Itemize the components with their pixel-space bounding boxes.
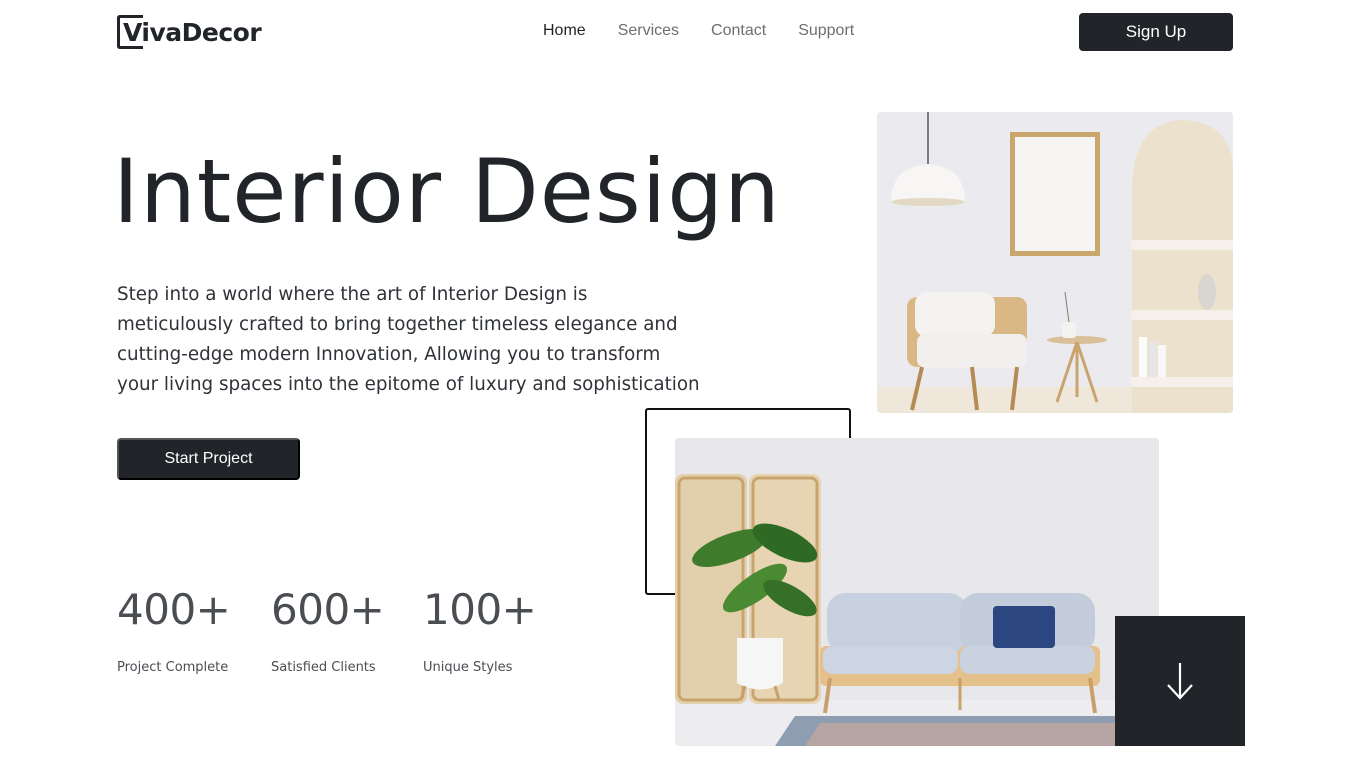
interior-image-sofa [675,438,1159,746]
stat-label: Unique Styles [423,660,513,675]
nav-item-services[interactable]: Services [618,22,679,40]
main-nav: Home Services Contact Support [543,22,886,40]
chair-room-illustration [877,112,1233,413]
nav-item-contact[interactable]: Contact [711,22,766,40]
stat-clients: 600+ Satisfied Clients [271,585,385,675]
stat-value: 400+ [117,585,231,634]
start-project-button[interactable]: Start Project [117,438,300,480]
stat-label: Project Complete [117,660,229,675]
signup-button[interactable]: Sign Up [1079,13,1233,51]
stat-projects: 400+ Project Complete [117,585,231,675]
scroll-down-button[interactable] [1115,616,1245,746]
stat-value: 100+ [423,585,537,634]
stat-styles: 100+ Unique Styles [423,585,537,675]
hero-description: Step into a world where the art of Inter… [117,284,700,395]
arrow-down-icon [1167,663,1193,700]
interior-image-chair [877,112,1233,413]
page-title: Interior Design [113,140,781,243]
logo[interactable]: VivaDecor [117,15,262,49]
nav-item-support[interactable]: Support [798,22,854,40]
stat-label: Satisfied Clients [271,660,376,675]
nav-item-home[interactable]: Home [543,22,586,40]
stat-value: 600+ [271,585,385,634]
sofa-room-illustration [675,438,1159,746]
brand-name: VivaDecor [123,17,262,47]
